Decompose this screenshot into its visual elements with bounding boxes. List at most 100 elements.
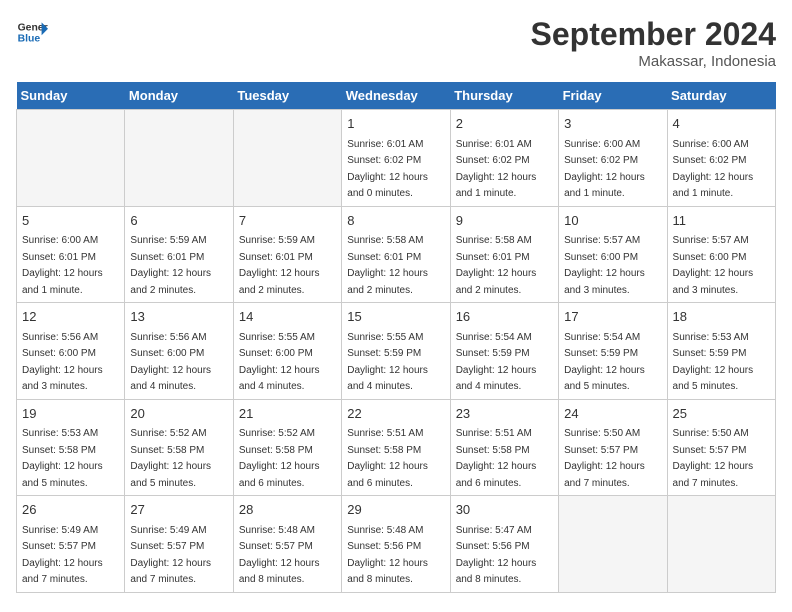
- calendar-week-row: 26 Sunrise: 5:49 AMSunset: 5:57 PMDayligh…: [17, 496, 776, 593]
- day-info: Sunrise: 5:58 AMSunset: 6:01 PMDaylight:…: [347, 235, 428, 296]
- day-info: Sunrise: 5:55 AMSunset: 5:59 PMDaylight:…: [347, 332, 428, 393]
- day-number: 6: [130, 211, 227, 231]
- day-number: 29: [347, 500, 444, 520]
- day-info: Sunrise: 5:55 AMSunset: 6:00 PMDaylight:…: [239, 332, 320, 393]
- day-number: 8: [347, 211, 444, 231]
- day-number: 18: [673, 307, 770, 327]
- day-info: Sunrise: 5:52 AMSunset: 5:58 PMDaylight:…: [130, 428, 211, 489]
- logo: General Blue: [16, 16, 48, 48]
- calendar-day-cell: 5 Sunrise: 6:00 AMSunset: 6:01 PMDaylight…: [17, 206, 125, 303]
- day-number: 7: [239, 211, 336, 231]
- day-info: Sunrise: 5:59 AMSunset: 6:01 PMDaylight:…: [239, 235, 320, 296]
- calendar-day-cell: 10Sunrise: 5:57 AMSunset: 6:00 PMDayligh…: [559, 206, 667, 303]
- calendar-day-cell: 24 Sunrise: 5:50 AMSunset: 5:57 PMDayligh…: [559, 399, 667, 496]
- calendar-day-cell: [233, 110, 341, 207]
- day-info: Sunrise: 6:00 AMSunset: 6:01 PMDaylight:…: [22, 235, 103, 296]
- calendar-day-cell: 29Sunrise: 5:48 AMSunset: 5:56 PMDayligh…: [342, 496, 450, 593]
- day-number: 27: [130, 500, 227, 520]
- weekday-header-row: SundayMondayTuesdayWednesdayThursdayFrid…: [17, 82, 776, 110]
- day-info: Sunrise: 6:01 AMSunset: 6:02 PMDaylight:…: [347, 139, 428, 200]
- calendar-day-cell: 19 Sunrise: 5:53 AMSunset: 5:58 PMDayligh…: [17, 399, 125, 496]
- month-title: September 2024: [531, 16, 776, 53]
- day-number: 25: [673, 404, 770, 424]
- day-number: 14: [239, 307, 336, 327]
- calendar-day-cell: 3 Sunrise: 6:00 AMSunset: 6:02 PMDaylight…: [559, 110, 667, 207]
- day-info: Sunrise: 5:53 AMSunset: 5:58 PMDaylight:…: [22, 428, 103, 489]
- logo-icon: General Blue: [16, 16, 48, 48]
- day-info: Sunrise: 5:54 AMSunset: 5:59 PMDaylight:…: [456, 332, 537, 393]
- day-number: 15: [347, 307, 444, 327]
- day-number: 22: [347, 404, 444, 424]
- day-info: Sunrise: 5:53 AMSunset: 5:59 PMDaylight:…: [673, 332, 754, 393]
- weekday-header: Saturday: [667, 82, 775, 110]
- day-number: 23: [456, 404, 553, 424]
- day-info: Sunrise: 6:00 AMSunset: 6:02 PMDaylight:…: [564, 139, 645, 200]
- day-number: 16: [456, 307, 553, 327]
- day-info: Sunrise: 5:56 AMSunset: 6:00 PMDaylight:…: [130, 332, 211, 393]
- calendar-day-cell: 23 Sunrise: 5:51 AMSunset: 5:58 PMDayligh…: [450, 399, 558, 496]
- calendar-day-cell: 26 Sunrise: 5:49 AMSunset: 5:57 PMDayligh…: [17, 496, 125, 593]
- svg-text:Blue: Blue: [18, 34, 41, 45]
- day-info: Sunrise: 5:54 AMSunset: 5:59 PMDaylight:…: [564, 332, 645, 393]
- page-header: General Blue September 2024 Makassar, In…: [16, 16, 776, 70]
- calendar-day-cell: 12 Sunrise: 5:56 AMSunset: 6:00 PMDayligh…: [17, 303, 125, 400]
- weekday-header: Monday: [125, 82, 233, 110]
- weekday-header: Thursday: [450, 82, 558, 110]
- day-info: Sunrise: 5:59 AMSunset: 6:01 PMDaylight:…: [130, 235, 211, 296]
- calendar-table: SundayMondayTuesdayWednesdayThursdayFrid…: [16, 82, 776, 593]
- calendar-day-cell: 2 Sunrise: 6:01 AMSunset: 6:02 PMDaylight…: [450, 110, 558, 207]
- day-number: 10: [564, 211, 661, 231]
- calendar-day-cell: [125, 110, 233, 207]
- day-number: 26: [22, 500, 119, 520]
- day-number: 17: [564, 307, 661, 327]
- calendar-week-row: 12 Sunrise: 5:56 AMSunset: 6:00 PMDayligh…: [17, 303, 776, 400]
- weekday-header: Wednesday: [342, 82, 450, 110]
- day-number: 12: [22, 307, 119, 327]
- day-info: Sunrise: 5:47 AMSunset: 5:56 PMDaylight:…: [456, 525, 537, 586]
- calendar-day-cell: 14 Sunrise: 5:55 AMSunset: 6:00 PMDayligh…: [233, 303, 341, 400]
- calendar-day-cell: 7 Sunrise: 5:59 AMSunset: 6:01 PMDaylight…: [233, 206, 341, 303]
- day-info: Sunrise: 5:50 AMSunset: 5:57 PMDaylight:…: [564, 428, 645, 489]
- calendar-day-cell: 28Sunrise: 5:48 AMSunset: 5:57 PMDayligh…: [233, 496, 341, 593]
- weekday-header: Tuesday: [233, 82, 341, 110]
- day-number: 30: [456, 500, 553, 520]
- calendar-day-cell: 21Sunrise: 5:52 AMSunset: 5:58 PMDayligh…: [233, 399, 341, 496]
- day-info: Sunrise: 5:58 AMSunset: 6:01 PMDaylight:…: [456, 235, 537, 296]
- day-info: Sunrise: 5:51 AMSunset: 5:58 PMDaylight:…: [456, 428, 537, 489]
- day-number: 11: [673, 211, 770, 231]
- calendar-day-cell: 18 Sunrise: 5:53 AMSunset: 5:59 PMDayligh…: [667, 303, 775, 400]
- day-number: 28: [239, 500, 336, 520]
- title-block: September 2024 Makassar, Indonesia: [531, 16, 776, 70]
- location: Makassar, Indonesia: [531, 53, 776, 70]
- day-info: Sunrise: 5:49 AMSunset: 5:57 PMDaylight:…: [22, 525, 103, 586]
- day-number: 9: [456, 211, 553, 231]
- calendar-day-cell: 13 Sunrise: 5:56 AMSunset: 6:00 PMDayligh…: [125, 303, 233, 400]
- calendar-day-cell: 17 Sunrise: 5:54 AMSunset: 5:59 PMDayligh…: [559, 303, 667, 400]
- day-info: Sunrise: 6:01 AMSunset: 6:02 PMDaylight:…: [456, 139, 537, 200]
- day-info: Sunrise: 5:56 AMSunset: 6:00 PMDaylight:…: [22, 332, 103, 393]
- weekday-header: Friday: [559, 82, 667, 110]
- calendar-day-cell: 22Sunrise: 5:51 AMSunset: 5:58 PMDayligh…: [342, 399, 450, 496]
- calendar-day-cell: 15 Sunrise: 5:55 AMSunset: 5:59 PMDayligh…: [342, 303, 450, 400]
- calendar-week-row: 5 Sunrise: 6:00 AMSunset: 6:01 PMDaylight…: [17, 206, 776, 303]
- day-info: Sunrise: 6:00 AMSunset: 6:02 PMDaylight:…: [673, 139, 754, 200]
- calendar-week-row: 1Sunrise: 6:01 AMSunset: 6:02 PMDaylight…: [17, 110, 776, 207]
- day-number: 13: [130, 307, 227, 327]
- calendar-day-cell: 16 Sunrise: 5:54 AMSunset: 5:59 PMDayligh…: [450, 303, 558, 400]
- calendar-day-cell: 20 Sunrise: 5:52 AMSunset: 5:58 PMDayligh…: [125, 399, 233, 496]
- day-info: Sunrise: 5:50 AMSunset: 5:57 PMDaylight:…: [673, 428, 754, 489]
- day-number: 5: [22, 211, 119, 231]
- day-info: Sunrise: 5:52 AMSunset: 5:58 PMDaylight:…: [239, 428, 320, 489]
- day-number: 3: [564, 114, 661, 134]
- day-number: 2: [456, 114, 553, 134]
- day-info: Sunrise: 5:49 AMSunset: 5:57 PMDaylight:…: [130, 525, 211, 586]
- day-number: 4: [673, 114, 770, 134]
- day-number: 19: [22, 404, 119, 424]
- day-number: 20: [130, 404, 227, 424]
- calendar-day-cell: [667, 496, 775, 593]
- calendar-day-cell: 30 Sunrise: 5:47 AMSunset: 5:56 PMDayligh…: [450, 496, 558, 593]
- weekday-header: Sunday: [17, 82, 125, 110]
- calendar-day-cell: 27 Sunrise: 5:49 AMSunset: 5:57 PMDayligh…: [125, 496, 233, 593]
- day-number: 24: [564, 404, 661, 424]
- calendar-day-cell: 4 Sunrise: 6:00 AMSunset: 6:02 PMDaylight…: [667, 110, 775, 207]
